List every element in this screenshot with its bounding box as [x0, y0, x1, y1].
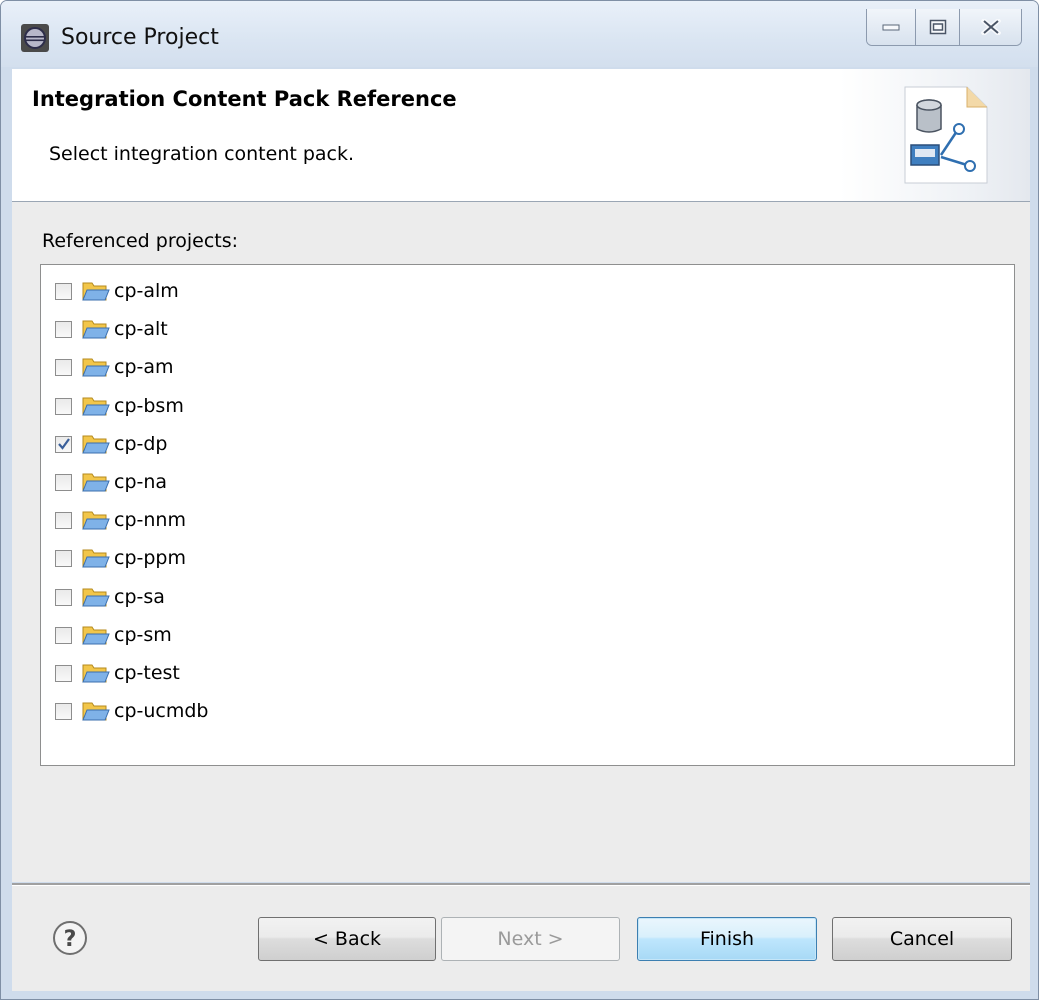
project-label: cp-alt [114, 318, 168, 340]
project-label: cp-test [114, 662, 180, 684]
project-checkbox[interactable] [55, 397, 72, 415]
source-project-dialog: Source Project Integration Content Pack … [0, 0, 1039, 1000]
page-description: Select integration content pack. [49, 143, 355, 165]
folder-open-icon [82, 282, 110, 301]
wizard-footer: ? < Back Next > Finish Cancel [12, 886, 1030, 991]
close-icon [980, 19, 1001, 35]
minimize-icon [882, 24, 900, 31]
project-label: cp-ppm [114, 547, 186, 569]
list-item[interactable]: cp-ppm [55, 543, 186, 573]
wizard-content: Referenced projects: cp-alm cp-alt cp-am cp… [12, 202, 1030, 882]
eclipse-icon [21, 24, 49, 52]
project-label: cp-sm [114, 624, 172, 646]
project-checkbox[interactable] [55, 588, 72, 606]
folder-open-icon [82, 320, 110, 339]
list-item[interactable]: cp-am [55, 352, 174, 382]
wizard-header: Integration Content Pack Reference Selec… [12, 69, 1030, 202]
folder-open-icon [82, 358, 110, 377]
window-controls [866, 9, 1022, 46]
project-checkbox[interactable] [55, 626, 72, 644]
list-item[interactable]: cp-test [55, 658, 180, 688]
project-label: cp-ucmdb [114, 700, 209, 722]
list-item[interactable]: cp-alt [55, 314, 168, 344]
project-label: cp-am [114, 356, 174, 378]
list-item[interactable]: cp-ucmdb [55, 696, 208, 726]
project-label: cp-sa [114, 586, 165, 608]
folder-open-icon [82, 626, 110, 645]
referenced-projects-list[interactable]: cp-alm cp-alt cp-am cp-bsm cp-dp cp-na cp-nnm c… [40, 264, 1015, 766]
folder-open-icon [82, 511, 110, 530]
list-item[interactable]: cp-bsm [55, 391, 184, 421]
close-button[interactable] [959, 9, 1021, 45]
list-item[interactable]: cp-na [55, 467, 167, 497]
minimize-button[interactable] [867, 9, 915, 45]
project-label: cp-bsm [114, 395, 184, 417]
list-item[interactable]: cp-alm [55, 276, 179, 306]
wizard-database-connection-icon [904, 86, 988, 184]
project-checkbox[interactable] [55, 702, 72, 720]
project-checkbox[interactable] [55, 664, 72, 682]
project-label: cp-nnm [114, 509, 186, 531]
list-item[interactable]: cp-dp [55, 429, 167, 459]
project-checkbox[interactable] [55, 473, 72, 491]
help-icon[interactable]: ? [52, 920, 88, 956]
window-title: Source Project [61, 25, 219, 50]
project-checkbox[interactable] [55, 320, 72, 338]
folder-open-icon [82, 702, 110, 721]
folder-open-icon [82, 588, 110, 607]
folder-open-icon [82, 664, 110, 683]
next-button[interactable]: Next > [441, 917, 620, 961]
project-label: cp-alm [114, 280, 179, 302]
maximize-icon [929, 19, 946, 35]
title-bar[interactable]: Source Project [1, 1, 1038, 67]
list-item[interactable]: cp-sm [55, 620, 172, 650]
folder-open-icon [82, 397, 110, 416]
project-checkbox[interactable] [55, 511, 72, 529]
folder-open-icon [82, 549, 110, 568]
project-checkbox[interactable] [55, 549, 72, 567]
page-title: Integration Content Pack Reference [32, 87, 457, 111]
folder-open-icon [82, 435, 110, 454]
list-item[interactable]: cp-nnm [55, 505, 186, 535]
list-item[interactable]: cp-sa [55, 582, 165, 612]
project-checkbox[interactable] [55, 282, 72, 300]
svg-text:?: ? [64, 927, 77, 952]
project-checkbox[interactable] [55, 358, 72, 376]
finish-button[interactable]: Finish [637, 917, 817, 961]
cancel-button[interactable]: Cancel [832, 917, 1012, 961]
project-label: cp-dp [114, 433, 168, 455]
project-label: cp-na [114, 471, 168, 493]
checkmark-icon [58, 437, 70, 450]
back-button[interactable]: < Back [258, 917, 436, 961]
project-checkbox[interactable] [55, 435, 72, 453]
referenced-projects-label: Referenced projects: [42, 230, 239, 252]
folder-open-icon [82, 473, 110, 492]
maximize-button[interactable] [915, 9, 959, 45]
